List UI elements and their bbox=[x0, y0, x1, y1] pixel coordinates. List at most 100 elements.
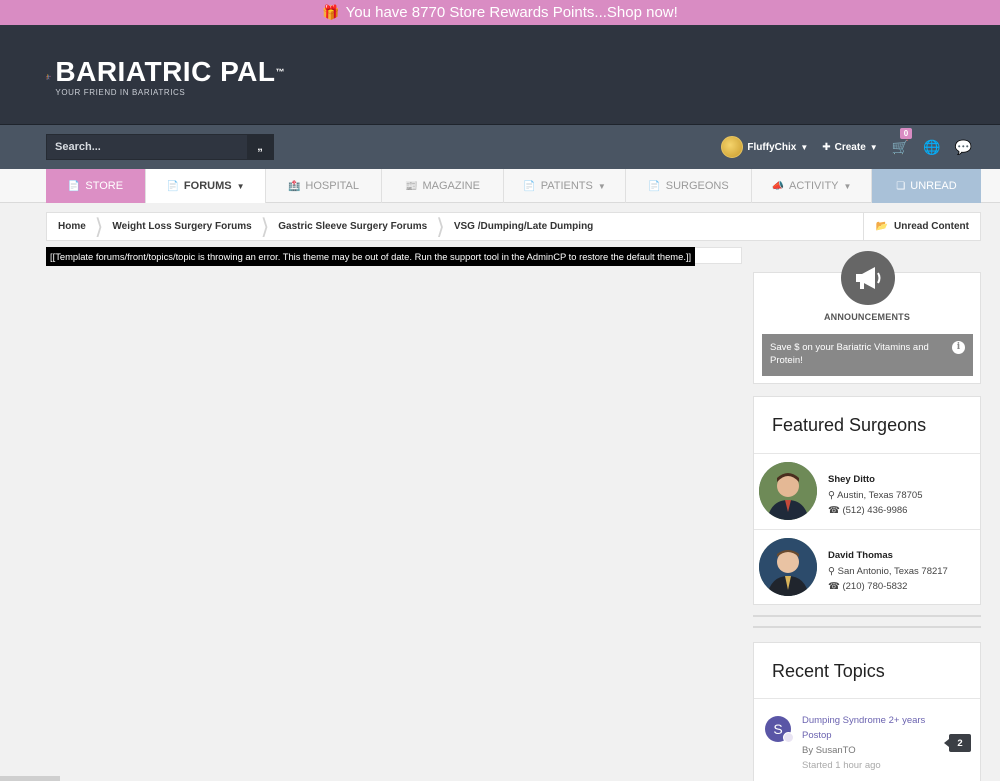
document-icon: 📄 bbox=[166, 180, 179, 192]
nav-magazine[interactable]: 📰 MAGAZINE bbox=[382, 169, 504, 203]
nav-activity[interactable]: 📣 ACTIVITY ▼ bbox=[752, 169, 872, 203]
user-menu-area: FluffyChix ▼ ✚ Create ▼ 🛒 0 🌐 💬 bbox=[721, 127, 972, 160]
nav-hospital[interactable]: 🏥 HOSPITAL bbox=[266, 169, 382, 203]
rewards-promo-bar[interactable]: 🎁 You have 8770 Store Rewards Points...S… bbox=[0, 0, 1000, 25]
nav-surgeons[interactable]: 📄 SURGEONS bbox=[626, 169, 752, 203]
nav-unread[interactable]: ❏ UNREAD bbox=[872, 169, 981, 203]
map-marker-icon: ⚲ bbox=[828, 490, 835, 501]
surgeon-phone: (512) 436-9986 bbox=[842, 505, 908, 516]
brand-trademark: ™ bbox=[275, 66, 285, 77]
topic-title-link[interactable]: Dumping Syndrome 2+ years Postop bbox=[802, 713, 937, 743]
globe-icon[interactable]: 🌐 bbox=[923, 139, 940, 156]
chevron-down-icon: ▼ bbox=[236, 181, 245, 191]
avatar-badge bbox=[783, 732, 794, 743]
reply-count-badge: 2 bbox=[944, 734, 971, 752]
divider bbox=[754, 698, 980, 699]
user-menu[interactable]: FluffyChix ▼ bbox=[721, 136, 808, 158]
phone-icon: ☎ bbox=[828, 581, 840, 592]
announcement-item[interactable]: Save $ on your Bariatric Vitamins and Pr… bbox=[762, 334, 973, 376]
create-menu[interactable]: ✚ Create ▼ bbox=[822, 142, 877, 153]
nav-forums-label: FORUMS bbox=[183, 180, 232, 192]
megaphone-icon bbox=[841, 251, 895, 305]
nav-store-label: STORE bbox=[85, 180, 124, 192]
topic-started-time: Started 1 hour ago bbox=[802, 760, 881, 771]
featured-surgeons-widget: Featured Surgeons Shey Ditto ⚲ Austin, T… bbox=[753, 396, 981, 605]
announcement-text: Save $ on your Bariatric Vitamins and Pr… bbox=[770, 342, 929, 366]
document-icon: 📄 bbox=[67, 180, 81, 192]
search-icon: „ bbox=[257, 141, 263, 153]
nav-forums[interactable]: 📄 FORUMS ▼ bbox=[146, 169, 266, 203]
messages-icon[interactable]: 💬 bbox=[955, 139, 972, 156]
breadcrumb-weight-loss-surgery-forums[interactable]: Weight Loss Surgery Forums bbox=[101, 213, 262, 240]
breadcrumb-gastric-sleeve-forums[interactable]: Gastric Sleeve Surgery Forums bbox=[267, 213, 438, 240]
copy-icon: ❏ bbox=[896, 180, 906, 192]
announcements-widget: ANNOUNCEMENTS Save $ on your Bariatric V… bbox=[753, 251, 981, 384]
search-box: „ bbox=[46, 134, 274, 160]
featured-surgeons-title: Featured Surgeons bbox=[772, 415, 927, 435]
phone-icon: ☎ bbox=[828, 505, 840, 516]
surgeon-location: San Antonio, Texas 78217 bbox=[837, 566, 948, 577]
search-input[interactable] bbox=[47, 135, 247, 159]
nav-unread-label: UNREAD bbox=[910, 180, 957, 192]
info-icon: i bbox=[952, 341, 965, 354]
nav-hospital-label: HOSPITAL bbox=[305, 180, 360, 192]
surgeon-name[interactable]: David Thomas bbox=[828, 548, 948, 563]
surgeon-name[interactable]: Shey Ditto bbox=[828, 472, 922, 487]
chevron-down-icon: ▼ bbox=[869, 142, 878, 152]
cart-count-badge: 0 bbox=[899, 127, 913, 139]
user-avatar bbox=[721, 136, 744, 158]
surgeon-item[interactable]: Shey Ditto ⚲ Austin, Texas 78705 ☎ (512)… bbox=[754, 454, 980, 530]
newspaper-icon: 📰 bbox=[405, 180, 418, 192]
brand-tagline: YOUR FRIEND IN BARIATRICS bbox=[55, 87, 186, 97]
recent-topics-title: Recent Topics bbox=[772, 661, 885, 681]
nav-activity-label: ACTIVITY bbox=[789, 180, 839, 192]
surgeon-item[interactable]: David Thomas ⚲ San Antonio, Texas 78217 … bbox=[754, 530, 980, 606]
rewards-promo-text: You have 8770 Store Rewards Points...Sho… bbox=[345, 4, 678, 21]
brand-title: BARIATRIC PAL bbox=[55, 55, 276, 87]
surgeon-phone: (210) 780-5832 bbox=[842, 581, 908, 592]
chevron-down-icon: ▼ bbox=[597, 181, 606, 191]
template-error-message: [[Template forums/front/topics/topic is … bbox=[46, 247, 696, 266]
nav-patients[interactable]: 📄 PATIENTS ▼ bbox=[504, 169, 626, 203]
nav-surgeons-label: SURGEONS bbox=[665, 180, 729, 192]
nav-store[interactable]: 📄 STORE bbox=[46, 169, 146, 203]
surgeon-photo bbox=[759, 538, 817, 596]
megaphone-icon: 📣 bbox=[771, 180, 784, 192]
nav-patients-label: PATIENTS bbox=[540, 180, 593, 192]
surgeon-photo bbox=[759, 462, 817, 520]
topic-author-avatar[interactable]: S bbox=[765, 716, 794, 743]
document-icon: 📄 bbox=[648, 180, 661, 192]
nav-magazine-label: MAGAZINE bbox=[422, 180, 480, 192]
user-bar: „ FluffyChix ▼ ✚ Create ▼ 🛒 0 🌐 💬 bbox=[0, 125, 1000, 169]
chevron-down-icon: ▼ bbox=[800, 142, 809, 152]
cart-button[interactable]: 🛒 0 bbox=[891, 127, 913, 156]
avatar-letter: S bbox=[773, 721, 783, 737]
breadcrumb: Home ⟩ Weight Loss Surgery Forums ⟩ Gast… bbox=[46, 212, 981, 241]
document-icon: 📄 bbox=[523, 180, 536, 192]
main-navigation: 📄 STORE 📄 FORUMS ▼ 🏥 HOSPITAL 📰 MAGAZINE 📄 PAT… bbox=[0, 169, 1000, 203]
chevron-down-icon: ▼ bbox=[843, 181, 852, 191]
bottom-scroll-tab bbox=[0, 776, 60, 781]
hospital-icon: 🏥 bbox=[287, 180, 301, 192]
site-header: BARIATRIC PAL™ YOUR FRIEND IN BARIATRICS bbox=[0, 25, 1000, 125]
topic-author: By SusanTO bbox=[802, 745, 856, 756]
unread-content-label: Unread Content bbox=[894, 221, 969, 232]
breadcrumb-home[interactable]: Home bbox=[47, 213, 97, 240]
logo-figure-icon bbox=[45, 74, 52, 80]
topic-item: Dumping Syndrome 2+ years Postop By Susa… bbox=[802, 713, 937, 773]
create-label: Create bbox=[834, 141, 866, 153]
breadcrumb-current-forum[interactable]: VSG /Dumping/Late Dumping bbox=[443, 213, 604, 240]
search-button[interactable]: „ bbox=[247, 135, 273, 159]
map-marker-icon: ⚲ bbox=[828, 566, 835, 577]
announcements-title: ANNOUNCEMENTS bbox=[823, 312, 911, 322]
gift-icon: 🎁 bbox=[322, 4, 340, 20]
folder-open-icon: 📂 bbox=[875, 221, 888, 232]
cart-icon: 🛒 bbox=[891, 138, 910, 155]
surgeon-location: Austin, Texas 78705 bbox=[837, 490, 923, 501]
site-logo[interactable]: BARIATRIC PAL™ YOUR FRIEND IN BARIATRICS bbox=[45, 47, 285, 107]
unread-content-link[interactable]: 📂 Unread Content bbox=[862, 213, 980, 240]
username: FluffyChix bbox=[747, 141, 797, 153]
plus-icon: ✚ bbox=[822, 141, 831, 153]
widget-separator bbox=[753, 615, 981, 630]
recent-topics-widget: Recent Topics S Dumping Syndrome 2+ year… bbox=[753, 642, 981, 781]
